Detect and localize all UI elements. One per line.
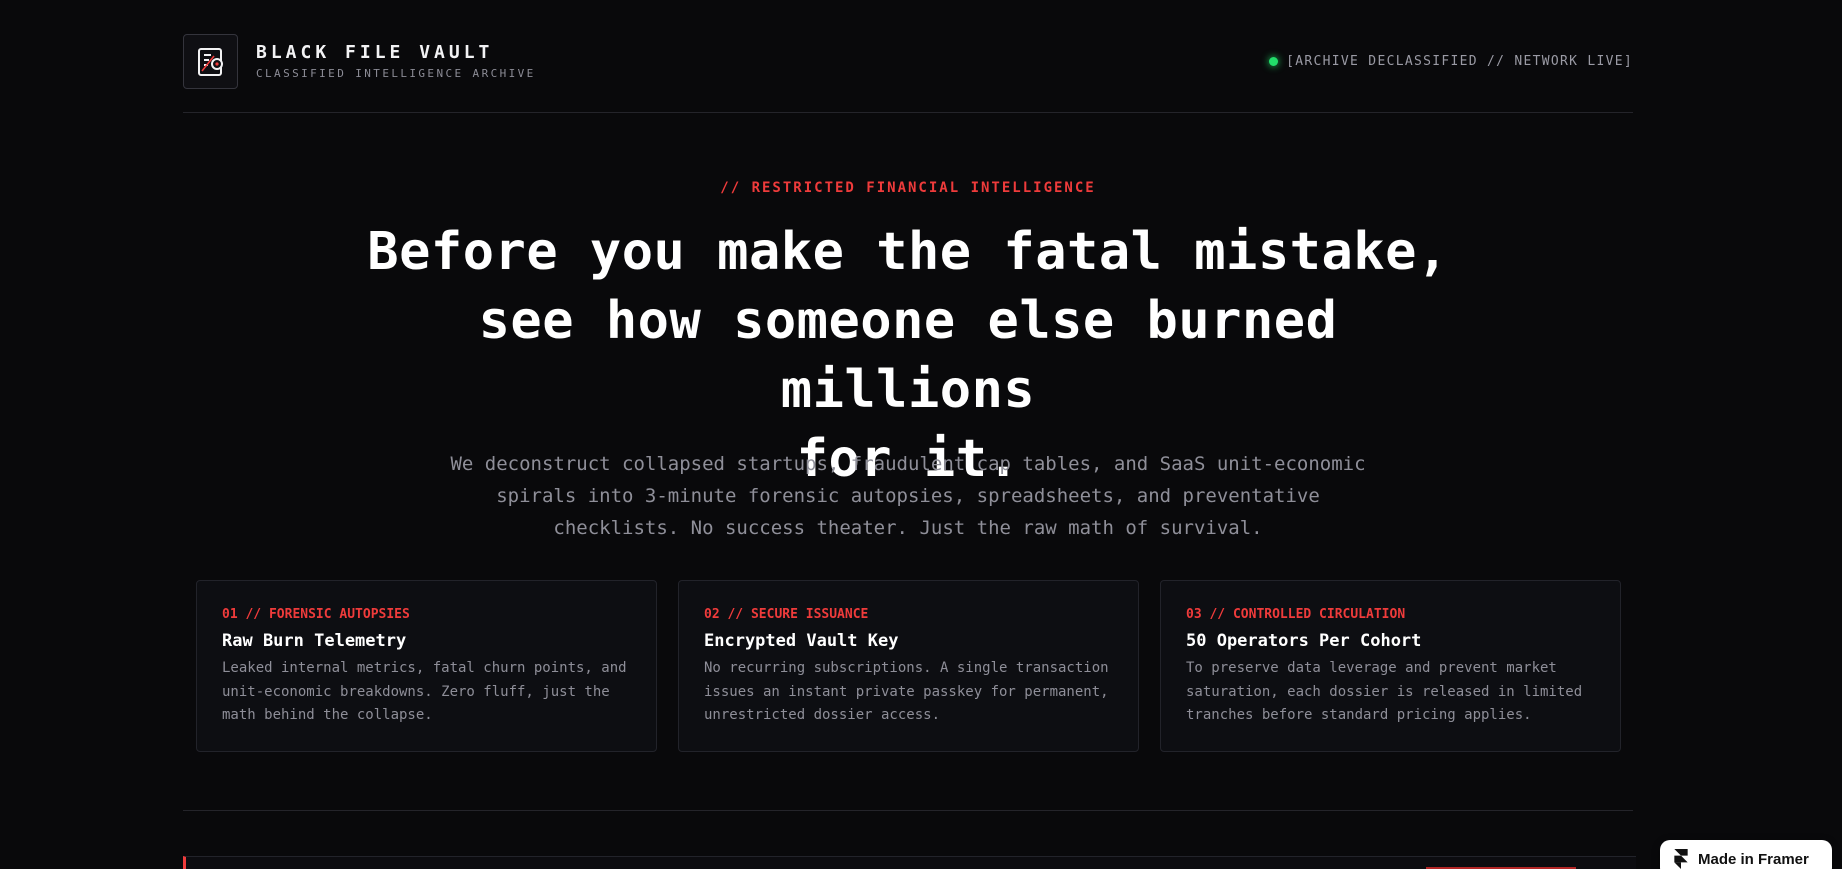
feature-card-autopsies: 01 // FORENSIC AUTOPSIES Raw Burn Teleme… (196, 580, 657, 752)
brand-title[interactable]: BLACK FILE VAULT (256, 42, 536, 63)
file-dossier-icon (197, 47, 223, 76)
brand-subtitle: CLASSIFIED INTELLIGENCE ARCHIVE (256, 67, 536, 80)
card-body: To preserve data leverage and prevent ma… (1186, 660, 1583, 723)
hero-eyebrow: // RESTRICTED FINANCIAL INTELLIGENCE (720, 180, 1096, 196)
card-title: Raw Burn Telemetry (222, 631, 407, 651)
brand: BLACK FILE VAULT CLASSIFIED INTELLIGENCE… (256, 42, 536, 80)
network-status: [ARCHIVE DECLASSIFIED // NETWORK LIVE] (1269, 54, 1633, 69)
made-in-framer-badge[interactable]: Made in Framer (1660, 840, 1832, 869)
card-title: 50 Operators Per Cohort (1186, 631, 1422, 651)
card-body: Leaked internal metrics, fatal churn poi… (222, 660, 627, 723)
card-tag: 02 // SECURE ISSUANCE (704, 607, 869, 622)
framer-logo-icon (1674, 849, 1688, 869)
card-body: No recurring subscriptions. A single tra… (704, 660, 1109, 723)
next-section-panel (183, 856, 1636, 869)
hero-description: We deconstruct collapsed startups, fraud… (450, 453, 1366, 539)
headline-line-1: Before you make the fatal mistake, (367, 222, 1449, 282)
headline-line-2: see how someone else burned millions (478, 291, 1338, 420)
card-tag: 01 // FORENSIC AUTOPSIES (222, 607, 410, 622)
status-indicator-dot (1269, 57, 1279, 66)
site-header: BLACK FILE VAULT CLASSIFIED INTELLIGENCE… (183, 34, 1633, 113)
card-title: Encrypted Vault Key (704, 631, 899, 651)
section-divider (183, 810, 1633, 811)
feature-cards: 01 // FORENSIC AUTOPSIES Raw Burn Teleme… (196, 580, 1621, 754)
status-text: [ARCHIVE DECLASSIFIED // NETWORK LIVE] (1286, 54, 1633, 69)
card-tag: 03 // CONTROLLED CIRCULATION (1186, 607, 1406, 622)
feature-card-circulation: 03 // CONTROLLED CIRCULATION 50 Operator… (1160, 580, 1621, 752)
logo[interactable] (183, 34, 238, 89)
feature-card-issuance: 02 // SECURE ISSUANCE Encrypted Vault Ke… (678, 580, 1139, 752)
page: BLACK FILE VAULT CLASSIFIED INTELLIGENCE… (0, 0, 1842, 869)
framer-badge-label: Made in Framer (1698, 850, 1809, 868)
